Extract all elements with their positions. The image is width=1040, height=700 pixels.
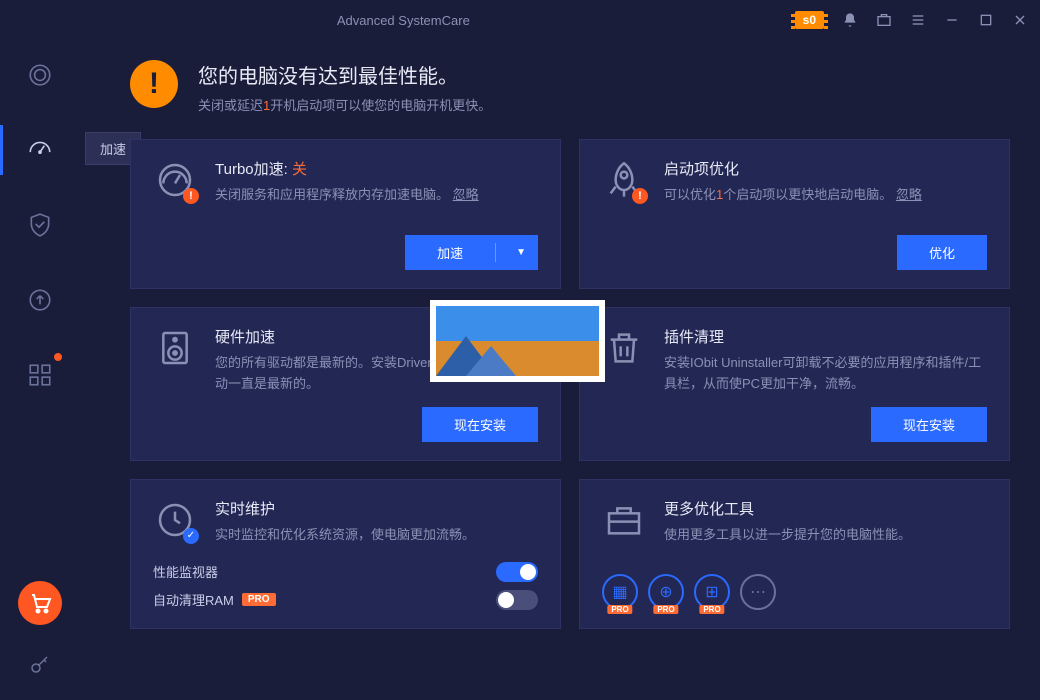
- toggle-label: 自动清理RAM: [153, 590, 234, 609]
- card-plugin: 插件清理 安装IObit Uninstaller可卸载不必要的应用程序和插件/工…: [579, 307, 1010, 461]
- chevron-down-icon[interactable]: ▼: [504, 247, 538, 258]
- gauge-icon: !: [153, 158, 197, 202]
- cart-button[interactable]: [18, 581, 62, 625]
- optimize-button[interactable]: 优化: [897, 235, 987, 270]
- card-title: Turbo加速: 关: [215, 158, 538, 179]
- toolbox-icon: [602, 498, 646, 542]
- bell-icon[interactable]: [842, 12, 858, 28]
- trash-icon: [602, 326, 646, 370]
- card-title: 实时维护: [215, 498, 538, 519]
- sidebar: 加速: [0, 40, 80, 700]
- card-desc: 可以优化1个启动项以更快地启动电脑。 忽略: [664, 185, 987, 206]
- page-subtitle: 关闭或延迟1开机启动项可以使您的电脑开机更快。: [198, 95, 491, 114]
- card-realtime: ✓ 实时维护 实时监控和优化系统资源，使电脑更加流畅。 性能监视器: [130, 479, 561, 629]
- notification-dot: [54, 353, 62, 361]
- maximize-button[interactable]: [978, 12, 994, 28]
- tool-network-icon[interactable]: ⊕PRO: [648, 574, 684, 610]
- pro-badge: PRO: [242, 593, 276, 606]
- monitor-toggle[interactable]: [496, 562, 538, 582]
- page-title: 您的电脑没有达到最佳性能。: [198, 60, 491, 89]
- card-moretools: 更多优化工具 使用更多工具以进一步提升您的电脑性能。 ▦PRO ⊕PRO ⊞PR…: [579, 479, 1010, 629]
- card-title: 更多优化工具: [664, 498, 987, 519]
- sidebar-item-speedup[interactable]: [20, 130, 60, 170]
- briefcase-icon[interactable]: [876, 12, 892, 28]
- clock-icon: ✓: [153, 498, 197, 542]
- card-desc: 使用更多工具以进一步提升您的电脑性能。: [664, 525, 987, 546]
- card-desc: 关闭服务和应用程序释放内存加速电脑。 忽略: [215, 185, 538, 206]
- rocket-icon: !: [602, 158, 646, 202]
- card-title: 插件清理: [664, 326, 987, 347]
- close-button[interactable]: [1012, 12, 1028, 28]
- speaker-icon: [153, 326, 197, 370]
- warning-icon: !: [130, 60, 178, 108]
- card-desc: 安装IObit Uninstaller可卸载不必要的应用程序和插件/工具栏，从而…: [664, 353, 987, 395]
- tool-more-icon[interactable]: ⋯: [740, 574, 776, 610]
- titlebar: Advanced SystemCare s0: [0, 0, 1040, 40]
- menu-icon[interactable]: [910, 12, 926, 28]
- tool-apps-icon[interactable]: ⊞PRO: [694, 574, 730, 610]
- ignore-link[interactable]: 忽略: [896, 187, 922, 202]
- card-turbo: ! Turbo加速: 关 关闭服务和应用程序释放内存加速电脑。 忽略 加速▼: [130, 139, 561, 289]
- tool-ram-icon[interactable]: ▦PRO: [602, 574, 638, 610]
- app-title: Advanced SystemCare: [12, 13, 795, 28]
- promo-badge[interactable]: s0: [795, 11, 824, 29]
- install-button[interactable]: 现在安装: [871, 407, 987, 442]
- sidebar-item-update[interactable]: [20, 280, 60, 320]
- speedup-button[interactable]: 加速▼: [405, 235, 538, 270]
- sidebar-item-protect[interactable]: [20, 205, 60, 245]
- check-badge: ✓: [183, 528, 199, 544]
- page-header: ! 您的电脑没有达到最佳性能。 关闭或延迟1开机启动项可以使您的电脑开机更快。: [130, 60, 1010, 114]
- minimize-button[interactable]: [944, 12, 960, 28]
- autoram-toggle[interactable]: [496, 590, 538, 610]
- sidebar-item-toolbox[interactable]: [20, 355, 60, 395]
- ignore-link[interactable]: 忽略: [453, 187, 479, 202]
- alert-badge: !: [183, 188, 199, 204]
- key-button[interactable]: [20, 645, 60, 685]
- sidebar-item-scan[interactable]: [20, 55, 60, 95]
- card-title: 启动项优化: [664, 158, 987, 179]
- toggle-label: 性能监视器: [153, 562, 218, 581]
- alert-badge: !: [632, 188, 648, 204]
- overlay-image: [430, 300, 605, 382]
- install-button[interactable]: 现在安装: [422, 407, 538, 442]
- card-startup: ! 启动项优化 可以优化1个启动项以更快地启动电脑。 忽略 优化: [579, 139, 1010, 289]
- card-desc: 实时监控和优化系统资源，使电脑更加流畅。: [215, 525, 538, 546]
